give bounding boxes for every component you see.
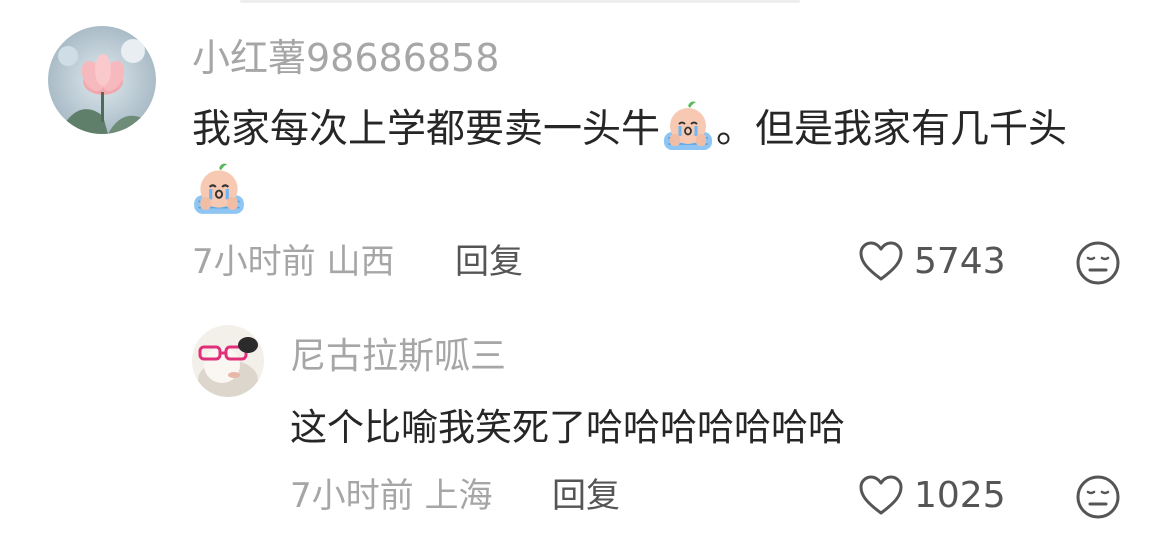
location: 上海 bbox=[424, 476, 493, 516]
like-button[interactable]: 5743 bbox=[858, 240, 1006, 282]
reply-button[interactable]: 回复 bbox=[552, 476, 620, 516]
dislike-face-icon[interactable] bbox=[1075, 474, 1121, 520]
comment-text-part1: 我家每次上学都要卖一头牛 bbox=[192, 107, 661, 152]
comment-meta: 7小时前 上海 bbox=[290, 476, 492, 516]
location: 山西 bbox=[326, 242, 395, 282]
username[interactable]: 尼古拉斯呱三 bbox=[290, 335, 506, 379]
comment-text: 我家每次上学都要卖一头牛 。但是我家有几千头 bbox=[192, 98, 1152, 161]
like-count: 5743 bbox=[914, 240, 1006, 282]
crying-emoji-icon bbox=[190, 160, 248, 218]
like-button[interactable]: 1025 bbox=[858, 474, 1006, 516]
reply-button[interactable]: 回复 bbox=[455, 242, 523, 282]
timestamp: 7小时前 bbox=[192, 242, 316, 282]
comment-meta: 7小时前 山西 bbox=[192, 242, 394, 282]
timestamp: 7小时前 bbox=[290, 476, 414, 516]
heart-icon bbox=[859, 241, 903, 281]
comment-text: 这个比喻我笑死了哈哈哈哈哈哈哈 bbox=[290, 406, 845, 449]
comment-text-part2: 。但是我家有几千头 bbox=[716, 107, 1068, 152]
username[interactable]: 小红薯98686858 bbox=[192, 36, 499, 80]
avatar[interactable] bbox=[48, 26, 156, 134]
dislike-face-icon[interactable] bbox=[1075, 240, 1121, 286]
top-divider bbox=[240, 0, 800, 3]
avatar[interactable] bbox=[192, 325, 264, 397]
crying-emoji-icon bbox=[660, 98, 716, 154]
heart-icon bbox=[859, 475, 903, 515]
like-count: 1025 bbox=[914, 474, 1006, 516]
